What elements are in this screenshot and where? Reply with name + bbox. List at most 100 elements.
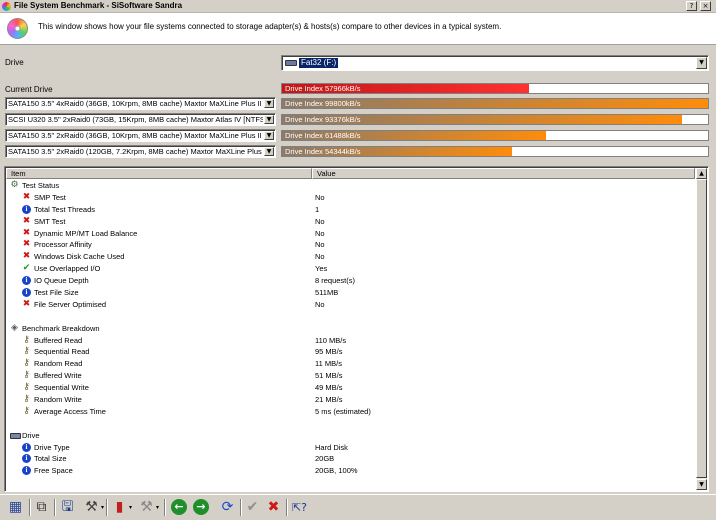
list-item[interactable]: i Total Test Threads 1 (6, 204, 695, 216)
list-item[interactable]: i Test File Size 511MB (6, 287, 695, 299)
list-item-value: Hard Disk (315, 442, 348, 452)
list-item-value: 51 MB/s (315, 371, 343, 381)
list-item[interactable]: ✖ File Server Optimised No (6, 299, 695, 311)
column-header-item[interactable]: Item (6, 168, 312, 179)
key-icon: ⚷ (23, 334, 30, 345)
window-title: File System Benchmark - SiSoftware Sandr… (14, 1, 183, 10)
drive-label: Drive (5, 58, 24, 67)
cross-icon: ✖ (22, 239, 31, 250)
list-item[interactable]: ✔ Use Overlapped I/O Yes (6, 263, 695, 275)
current-drive-index-bar: Drive Index 57966kB/s (281, 83, 709, 94)
column-header-value[interactable]: Value (312, 168, 695, 179)
list-item[interactable]: ⚷ Buffered Read 110 MB/s (6, 335, 695, 347)
list-item[interactable]: ⚷ Random Write 21 MB/s (6, 394, 695, 406)
dropdown-arrow-icon[interactable]: ▾ (129, 505, 134, 511)
tools-button[interactable]: ⚒ (137, 498, 156, 517)
list-item[interactable]: ✖ Dynamic MP/MT Load Balance No (6, 228, 695, 240)
cancel-button[interactable]: ✖ (264, 498, 283, 517)
copy-button[interactable]: ⧉ (32, 498, 51, 517)
chevron-down-icon[interactable]: ▼ (264, 115, 274, 124)
list-group-header[interactable]: ◈ Benchmark Breakdown (6, 323, 695, 335)
toolbar-separator (29, 499, 31, 516)
list-item[interactable]: ✖ Windows Disk Cache Used No (6, 251, 695, 263)
forward-button[interactable]: → (193, 499, 209, 515)
back-button[interactable]: ← (171, 499, 187, 515)
list-item[interactable]: ⚷ Random Read 11 MB/s (6, 358, 695, 370)
comparison-device-select[interactable]: SATA150 3.5" 4xRaid0 (36GB, 10Krpm, 8MB … (5, 97, 276, 110)
list-item (6, 311, 695, 323)
list-item-value: 1 (315, 204, 320, 214)
key-icon: ⚷ (23, 358, 30, 369)
info-icon: i (22, 288, 31, 298)
list-item-value: 95 MB/s (315, 347, 343, 357)
help-button[interactable]: ⇱? (290, 498, 309, 517)
save-button[interactable]: 🖫 (58, 498, 77, 517)
chevron-down-icon[interactable]: ▼ (264, 131, 274, 140)
toolbar-separator (164, 499, 166, 516)
list-item-label: SMT Test (34, 216, 66, 226)
list-item-label: Drive Type (34, 442, 70, 452)
close-window-button[interactable]: × (700, 1, 711, 11)
info-icon: i (22, 454, 31, 464)
chevron-down-icon[interactable]: ▼ (264, 147, 274, 156)
list-item[interactable]: ⚷ Sequential Read 95 MB/s (6, 346, 695, 358)
list-item[interactable]: ⚷ Sequential Write 49 MB/s (6, 382, 695, 394)
list-header: Item Value (6, 168, 695, 179)
help-title-button[interactable]: ? (686, 1, 697, 11)
scroll-up-button[interactable]: ▲ (696, 168, 707, 179)
disc-icon (7, 18, 28, 39)
scroll-down-button[interactable]: ▼ (696, 479, 707, 490)
comparison-index-bar: Drive Index 54344kB/s (281, 146, 709, 157)
comparison-device-select[interactable]: SATA150 3.5" 2xRaid0 (120GB, 7.2Krpm, 8M… (5, 145, 276, 158)
list-item[interactable]: i Free Space 20GB, 100% (6, 465, 695, 477)
list-group-header[interactable]: Drive (6, 430, 695, 442)
list-item-label: Dynamic MP/MT Load Balance (34, 228, 138, 238)
toolbar-separator (106, 499, 108, 516)
list-item-label: Drive (22, 430, 40, 440)
results-list[interactable]: Item Value ⚙ Test Status ✖ SMP Test No i Total… (4, 166, 709, 492)
refresh-button[interactable]: ⟳ (218, 498, 237, 517)
scroll-thumb[interactable] (696, 179, 707, 478)
comparison-index-text: Drive Index 99800kB/s (285, 99, 361, 108)
list-item[interactable]: ✖ Processor Affinity No (6, 239, 695, 251)
comparison-device-select[interactable]: SCSI U320 3.5" 2xRaid0 (73GB, 15Krpm, 8M… (5, 113, 276, 126)
toolbar-separator (240, 499, 242, 516)
chevron-down-icon[interactable]: ▼ (264, 99, 274, 108)
comparison-device-name: SATA150 3.5" 2xRaid0 (36GB, 10Krpm, 8MB … (8, 131, 263, 140)
list-item-value: 8 request(s) (315, 276, 356, 286)
list-item[interactable]: i Total Size 20GB (6, 453, 695, 465)
cross-icon: ✖ (22, 251, 31, 262)
list-item[interactable]: ✖ SMP Test No (6, 192, 695, 204)
select-all-button[interactable]: ▦ (6, 498, 25, 517)
comparison-device-name: SATA150 3.5" 4xRaid0 (36GB, 10Krpm, 8MB … (8, 99, 263, 108)
list-item-value: No (315, 192, 325, 202)
list-item-value: No (315, 252, 325, 262)
info-icon: i (22, 276, 31, 286)
options-button[interactable]: ⚒ (82, 498, 101, 517)
comparison-device-select[interactable]: SATA150 3.5" 2xRaid0 (36GB, 10Krpm, 8MB … (5, 129, 276, 142)
chevron-down-icon[interactable]: ▼ (696, 57, 707, 69)
cross-icon: ✖ (22, 227, 31, 238)
drive-select[interactable]: Fat32 (F:) ▼ (281, 55, 709, 71)
list-item-label: Use Overlapped I/O (34, 264, 101, 274)
ok-button[interactable]: ✔ (243, 498, 262, 517)
list-item-label: Sequential Read (34, 347, 90, 357)
dropdown-arrow-icon[interactable]: ▾ (156, 505, 161, 511)
list-item[interactable]: ⚷ Average Access Time 5 ms (estimated) (6, 406, 695, 418)
info-icon: i (22, 466, 31, 476)
list-item[interactable]: ✖ SMT Test No (6, 216, 695, 228)
vertical-scrollbar[interactable]: ▲ ▼ (696, 168, 707, 490)
list-item[interactable]: i IO Queue Depth 8 request(s) (6, 275, 695, 287)
drive-selected-value: Fat32 (F:) (299, 58, 339, 68)
list-item-label: Sequential Write (34, 383, 89, 393)
list-item-label: Test File Size (34, 288, 79, 298)
list-item[interactable]: ⚷ Buffered Write 51 MB/s (6, 370, 695, 382)
list-item[interactable]: i Drive Type Hard Disk (6, 442, 695, 454)
check-icon: ✔ (22, 263, 31, 274)
chart-button[interactable]: ▮ (110, 498, 129, 517)
comparison-index-bar: Drive Index 61488kB/s (281, 130, 709, 141)
list-item-value: 20GB, 100% (315, 466, 358, 476)
key-icon: ⚷ (23, 382, 30, 393)
list-group-header[interactable]: ⚙ Test Status (6, 180, 695, 192)
list-item-value: No (315, 240, 325, 250)
